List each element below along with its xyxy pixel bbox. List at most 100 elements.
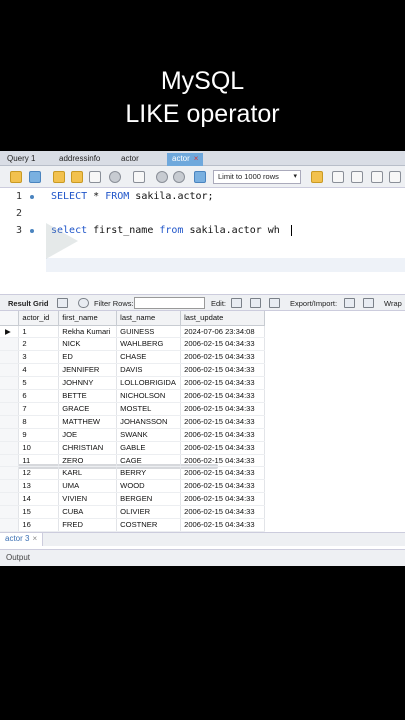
- table-cell[interactable]: 2024-07-06 23:34:08: [180, 325, 265, 339]
- table-cell[interactable]: SWANK: [116, 428, 182, 442]
- table-cell[interactable]: MATTHEW: [58, 415, 118, 429]
- row-indicator[interactable]: [0, 350, 20, 365]
- table-cell[interactable]: GRACE: [58, 402, 118, 416]
- table-cell[interactable]: WAHLBERG: [116, 337, 182, 352]
- close-icon[interactable]: ×: [194, 154, 199, 163]
- table-row[interactable]: 8 MATTHEW JOHANSSON 2006-02-15 04:34:33: [0, 415, 265, 429]
- table-cell[interactable]: 2006-02-15 04:34:33: [180, 350, 265, 365]
- limit-rows-select[interactable]: Limit to 1000 rows ▾: [213, 170, 301, 184]
- row-indicator[interactable]: [0, 441, 20, 455]
- row-indicator[interactable]: [0, 337, 20, 352]
- table-cell[interactable]: MOSTEL: [116, 402, 182, 416]
- tab-actor[interactable]: actor: [116, 153, 144, 166]
- table-cell[interactable]: 2006-02-15 04:34:33: [180, 415, 265, 429]
- table-cell[interactable]: CAGE: [116, 454, 182, 468]
- table-cell[interactable]: 2006-02-15 04:34:33: [180, 389, 265, 403]
- table-cell[interactable]: LOLLOBRIGIDA: [116, 376, 182, 391]
- table-row[interactable]: 4 JENNIFER DAVIS 2006-02-15 04:34:33: [0, 363, 265, 378]
- table-cell[interactable]: 8: [18, 415, 60, 429]
- row-indicator[interactable]: [0, 492, 20, 507]
- table-row[interactable]: 16 FRED COSTNER 2006-02-15 04:34:33: [0, 518, 265, 532]
- table-cell[interactable]: 15: [18, 505, 60, 520]
- table-row[interactable]: 12 KARL BERRY 2006-02-15 04:34:33: [0, 466, 265, 481]
- tab-addressinfo[interactable]: addressinfo: [54, 153, 105, 166]
- table-cell[interactable]: ED: [58, 350, 118, 365]
- table-cell[interactable]: VIVIEN: [58, 492, 118, 507]
- row-indicator[interactable]: [0, 454, 20, 468]
- table-cell[interactable]: 12: [18, 466, 60, 481]
- table-cell[interactable]: BERRY: [116, 466, 182, 481]
- table-cell[interactable]: 2: [18, 337, 60, 352]
- result-grid[interactable]: actor_id first_name last_name last_updat…: [0, 311, 265, 532]
- table-cell[interactable]: 2006-02-15 04:34:33: [180, 441, 265, 455]
- close-icon[interactable]: ×: [32, 534, 37, 543]
- insert-row-icon[interactable]: [250, 298, 261, 308]
- result-grid-label[interactable]: Result Grid: [8, 299, 48, 308]
- table-cell[interactable]: 7: [18, 402, 60, 416]
- table-cell[interactable]: 2006-02-15 04:34:33: [180, 337, 265, 352]
- table-cell[interactable]: 4: [18, 363, 60, 378]
- table-row[interactable]: 5 JOHNNY LOLLOBRIGIDA 2006-02-15 04:34:33: [0, 376, 265, 391]
- wrap-lines-icon[interactable]: [389, 171, 401, 183]
- table-cell[interactable]: 2006-02-15 04:34:33: [180, 518, 265, 532]
- table-cell[interactable]: JOHNNY: [58, 376, 118, 391]
- execute-icon[interactable]: [53, 171, 65, 183]
- table-cell[interactable]: 9: [18, 428, 60, 442]
- output-panel-header[interactable]: Output: [0, 549, 405, 566]
- table-cell[interactable]: FRED: [58, 518, 118, 532]
- table-cell[interactable]: CHRISTIAN: [58, 441, 118, 455]
- row-indicator[interactable]: [0, 466, 20, 481]
- row-indicator[interactable]: [0, 428, 20, 442]
- table-cell[interactable]: 2006-02-15 04:34:33: [180, 466, 265, 481]
- table-cell[interactable]: CUBA: [58, 505, 118, 520]
- table-row[interactable]: 2 NICK WAHLBERG 2006-02-15 04:34:33: [0, 337, 265, 352]
- table-cell[interactable]: JOE: [58, 428, 118, 442]
- row-indicator[interactable]: [0, 376, 20, 391]
- tab-query-1[interactable]: Query 1: [2, 153, 40, 166]
- table-row[interactable]: 3 ED CHASE 2006-02-15 04:34:33: [0, 350, 265, 365]
- table-row[interactable]: 7 GRACE MOSTEL 2006-02-15 04:34:33: [0, 402, 265, 416]
- table-cell[interactable]: BETTE: [58, 389, 118, 403]
- table-cell[interactable]: 2006-02-15 04:34:33: [180, 363, 265, 378]
- row-indicator[interactable]: [0, 389, 20, 403]
- table-cell[interactable]: GUINESS: [116, 325, 182, 339]
- execute-current-icon[interactable]: [71, 171, 83, 183]
- rollback-icon[interactable]: [173, 171, 185, 183]
- find-icon[interactable]: [351, 171, 363, 183]
- row-indicator[interactable]: ▶: [0, 325, 20, 339]
- table-cell[interactable]: KARL: [58, 466, 118, 481]
- explain-icon[interactable]: [89, 171, 101, 183]
- save-icon[interactable]: [29, 171, 41, 183]
- table-cell[interactable]: NICK: [58, 337, 118, 352]
- invisible-chars-icon[interactable]: [371, 171, 383, 183]
- commit-icon[interactable]: [156, 171, 168, 183]
- table-cell[interactable]: 16: [18, 518, 60, 532]
- table-cell[interactable]: JENNIFER: [58, 363, 118, 378]
- table-cell[interactable]: 2006-02-15 04:34:33: [180, 376, 265, 391]
- filter-rows-input[interactable]: [134, 297, 205, 309]
- edit-row-icon[interactable]: [231, 298, 242, 308]
- table-cell[interactable]: Rekha Kumari: [58, 325, 118, 339]
- table-cell[interactable]: OLIVIER: [116, 505, 182, 520]
- table-row[interactable]: ▶ 1 Rekha Kumari GUINESS 2024-07-06 23:34:08: [0, 325, 265, 339]
- beautify-icon[interactable]: [332, 171, 344, 183]
- table-row[interactable]: 15 CUBA OLIVIER 2006-02-15 04:34:33: [0, 505, 265, 520]
- table-row[interactable]: 10 CHRISTIAN GABLE 2006-02-15 04:34:33: [0, 441, 265, 455]
- code-line-1[interactable]: SELECT * FROM sakila.actor;: [51, 191, 214, 202]
- export-icon[interactable]: [344, 298, 355, 308]
- table-cell[interactable]: 13: [18, 479, 60, 494]
- table-cell[interactable]: 2006-02-15 04:34:33: [180, 492, 265, 507]
- row-indicator[interactable]: [0, 402, 20, 416]
- table-cell[interactable]: 2006-02-15 04:34:33: [180, 428, 265, 442]
- table-cell[interactable]: UMA: [58, 479, 118, 494]
- wrap-cell-label[interactable]: Wrap: [384, 299, 402, 308]
- open-file-icon[interactable]: [10, 171, 22, 183]
- table-cell[interactable]: 10: [18, 441, 60, 455]
- table-cell[interactable]: 1: [18, 325, 60, 339]
- table-cell[interactable]: DAVIS: [116, 363, 182, 378]
- toggle-continue-icon[interactable]: [133, 171, 145, 183]
- code-line-3[interactable]: select first_name from sakila.actor wh: [51, 225, 280, 236]
- stop-icon[interactable]: [109, 171, 121, 183]
- table-cell[interactable]: 2006-02-15 04:34:33: [180, 402, 265, 416]
- table-cell[interactable]: BERGEN: [116, 492, 182, 507]
